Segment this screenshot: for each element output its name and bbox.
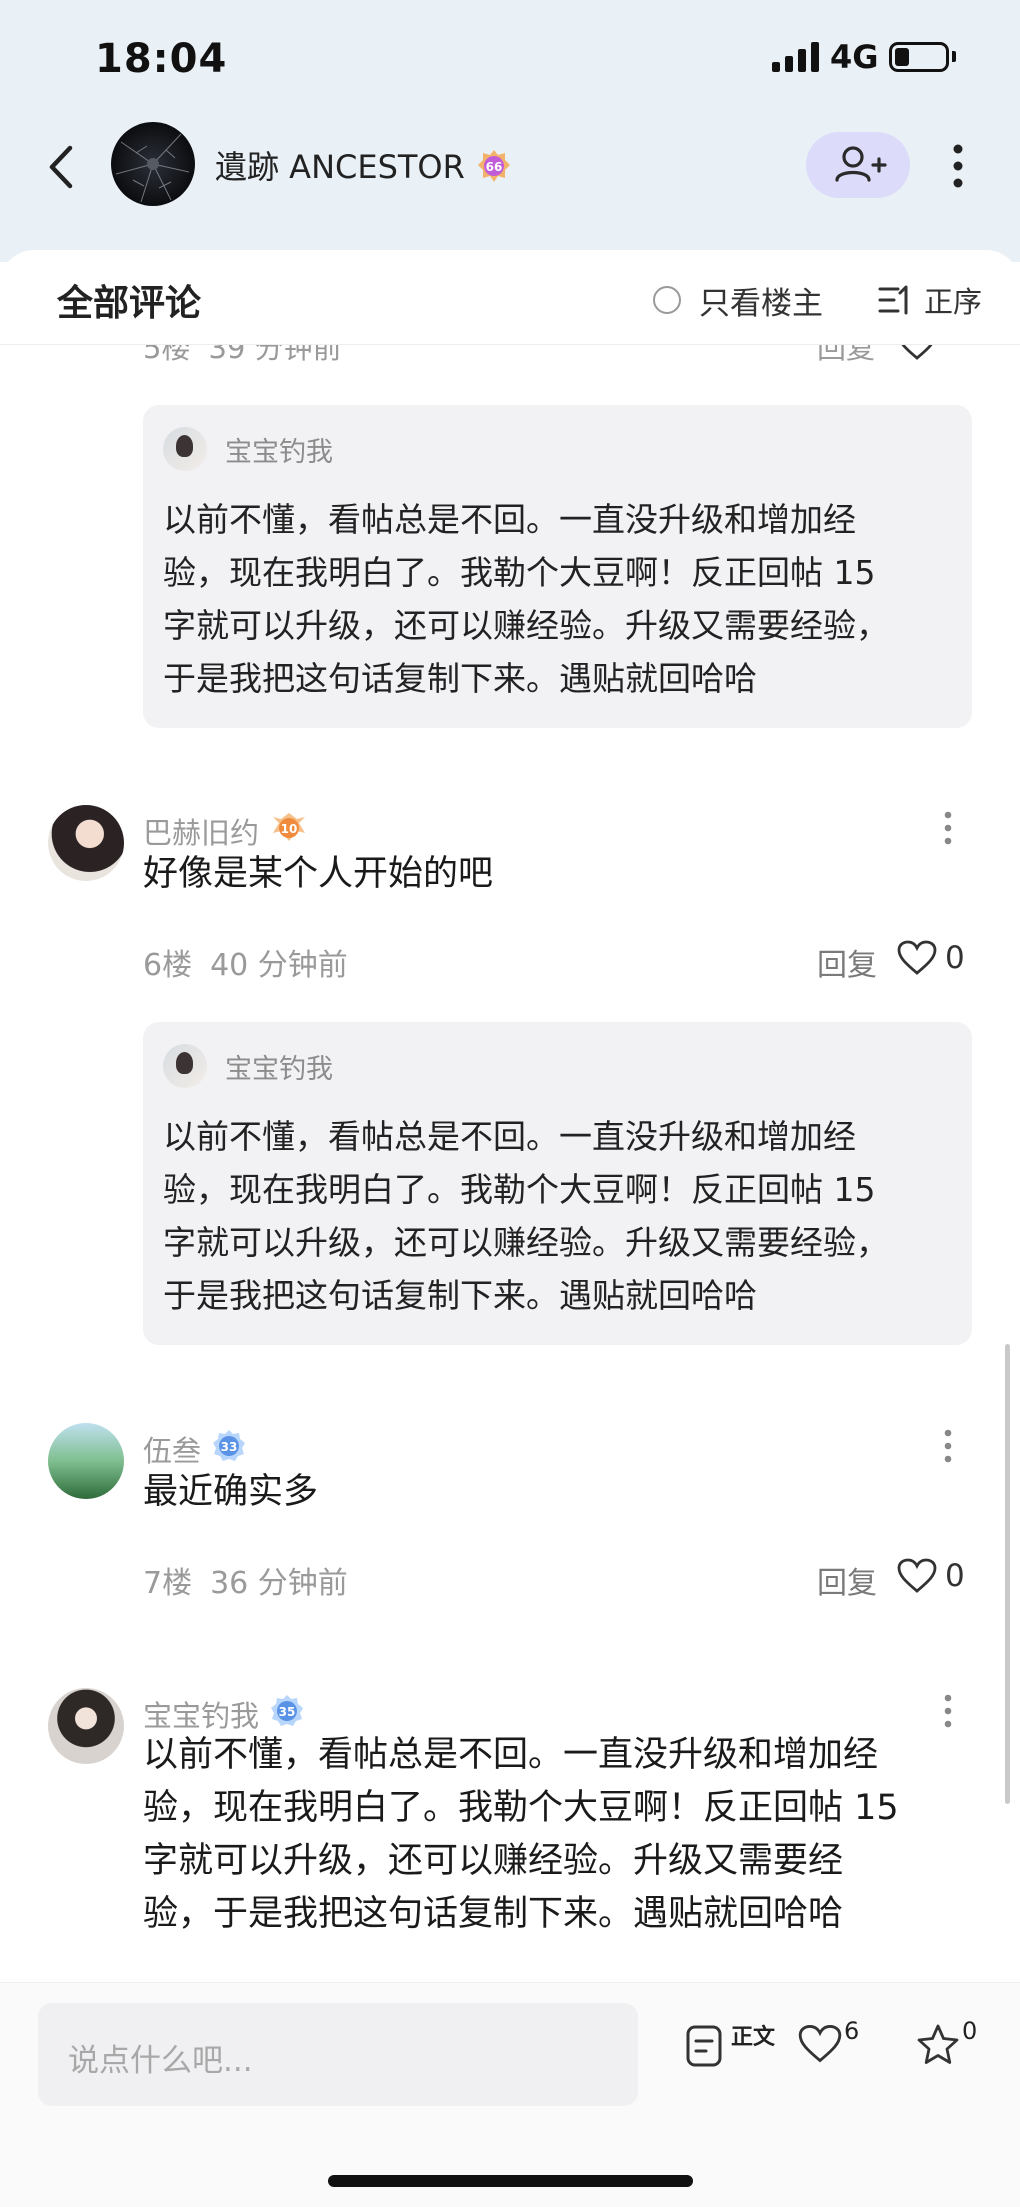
reply-button[interactable]: 回复 [817,1558,877,1602]
channel-avatar[interactable] [111,122,195,206]
comment-meta: 7楼 36 分钟前 [143,1558,348,1602]
reply-user: 宝宝钓我 [163,427,333,471]
sort-label: 正序 [924,285,983,319]
like-button[interactable]: 0 [897,1558,965,1594]
floor-label: 7楼 [143,1566,193,1601]
comments-title: 全部评论 [57,283,202,324]
body-label: 正文 [731,2025,776,2050]
comment-more-button[interactable] [938,1693,958,1729]
heart-icon [897,1558,937,1593]
kebab-menu-icon [944,1694,952,1728]
kebab-menu-icon [953,144,963,188]
avatar[interactable] [48,805,124,881]
like-count: 0 [945,940,965,976]
comment-more-button[interactable] [938,1428,958,1464]
bottom-action-bar: 说点什么吧... 正文 6 0 [0,1982,1020,2207]
reply-username: 宝宝钓我 [225,1053,333,1085]
svg-text:33: 33 [221,1440,238,1454]
svg-text:66: 66 [486,160,503,174]
comment-text: 以前不懂，看帖总是不回。一直没升级和增加经 验，现在我明白了。我勒个大豆啊！反正… [143,1735,899,1934]
comment-input[interactable]: 说点什么吧... [38,2003,638,2106]
comment-text: 最近确实多 [143,1472,319,1512]
only-op-label: 只看楼主 [699,285,823,322]
favorite-count: 0 [962,2017,978,2045]
reply-text: 以前不懂，看帖总是不回。一直没升级和增加经 验，现在我明白了。我勒个大豆啊！反正… [163,500,889,698]
chevron-left-icon [49,145,73,189]
comment-time: 36 分钟前 [210,1566,348,1601]
kebab-menu-icon [944,811,952,845]
home-indicator [328,2175,693,2187]
comment-user[interactable]: 巴赫旧约 10 [143,810,309,852]
battery-icon [889,42,949,72]
comment-more-button[interactable] [938,810,958,846]
kebab-menu-icon [944,1429,952,1463]
reply-text: 以前不懂，看帖总是不回。一直没升级和增加经 验，现在我明白了。我勒个大豆啊！反正… [163,1117,889,1315]
reply-user: 宝宝钓我 [163,1044,333,1088]
like-button[interactable]: 0 [897,940,965,976]
like-post-button[interactable] [798,2023,842,2069]
quoted-reply[interactable]: 宝宝钓我 以前不懂，看帖总是不回。一直没升级和增加经 验，现在我明白了。我勒个大… [143,1022,972,1345]
reply-button[interactable]: 回复 [817,940,877,984]
avatar [163,427,207,471]
add-user-icon [835,146,887,182]
sort-order-button[interactable]: 正序 [878,280,982,320]
back-button[interactable] [40,140,84,194]
comments-header: 全部评论 只看楼主 正序 [0,250,1020,345]
level-badge: 33 [211,1429,247,1470]
status-bar: 18:04 4G [0,0,1020,112]
cellular-signal-icon [772,42,820,72]
avatar[interactable] [48,1423,124,1499]
avatar[interactable] [48,1688,124,1764]
svg-text:35: 35 [279,1705,296,1719]
nav-bar: 遺跡 ANCESTOR 66 [0,112,1020,222]
svg-text:10: 10 [281,822,298,836]
view-body-button[interactable] [684,2023,724,2073]
level-badge: 66 [476,148,512,188]
sort-icon [878,285,908,315]
document-icon [686,2025,722,2067]
network-type: 4G [830,38,879,76]
floor-label: 6楼 [143,948,193,983]
comment-text: 好像是某个人开始的吧 [143,854,494,894]
quoted-reply[interactable]: 宝宝钓我 以前不懂，看帖总是不回。一直没升级和增加经 验，现在我明白了。我勒个大… [143,405,972,728]
comment-meta: 6楼 40 分钟前 [143,940,348,984]
follow-button[interactable] [806,132,910,198]
comment-time: 40 分钟前 [210,948,348,983]
radio-icon [653,286,681,314]
reply-username: 宝宝钓我 [225,436,333,468]
heart-icon [897,940,937,975]
more-options-button[interactable] [940,136,976,196]
level-badge: 10 [269,811,309,852]
like-count: 6 [844,2017,860,2045]
comment-input-placeholder: 说点什么吧... [68,2043,253,2079]
comment-user[interactable]: 伍叁 33 [143,1428,247,1470]
favorite-button[interactable] [916,2023,960,2071]
scrollbar[interactable] [1005,1344,1010,1804]
like-count: 0 [945,1558,965,1594]
status-time: 18:04 [95,36,228,82]
only-op-toggle[interactable]: 只看楼主 [653,280,823,322]
avatar [163,1044,207,1088]
heart-icon [798,2024,842,2063]
channel-name[interactable]: 遺跡 ANCESTOR [215,142,465,188]
star-icon [917,2024,959,2064]
